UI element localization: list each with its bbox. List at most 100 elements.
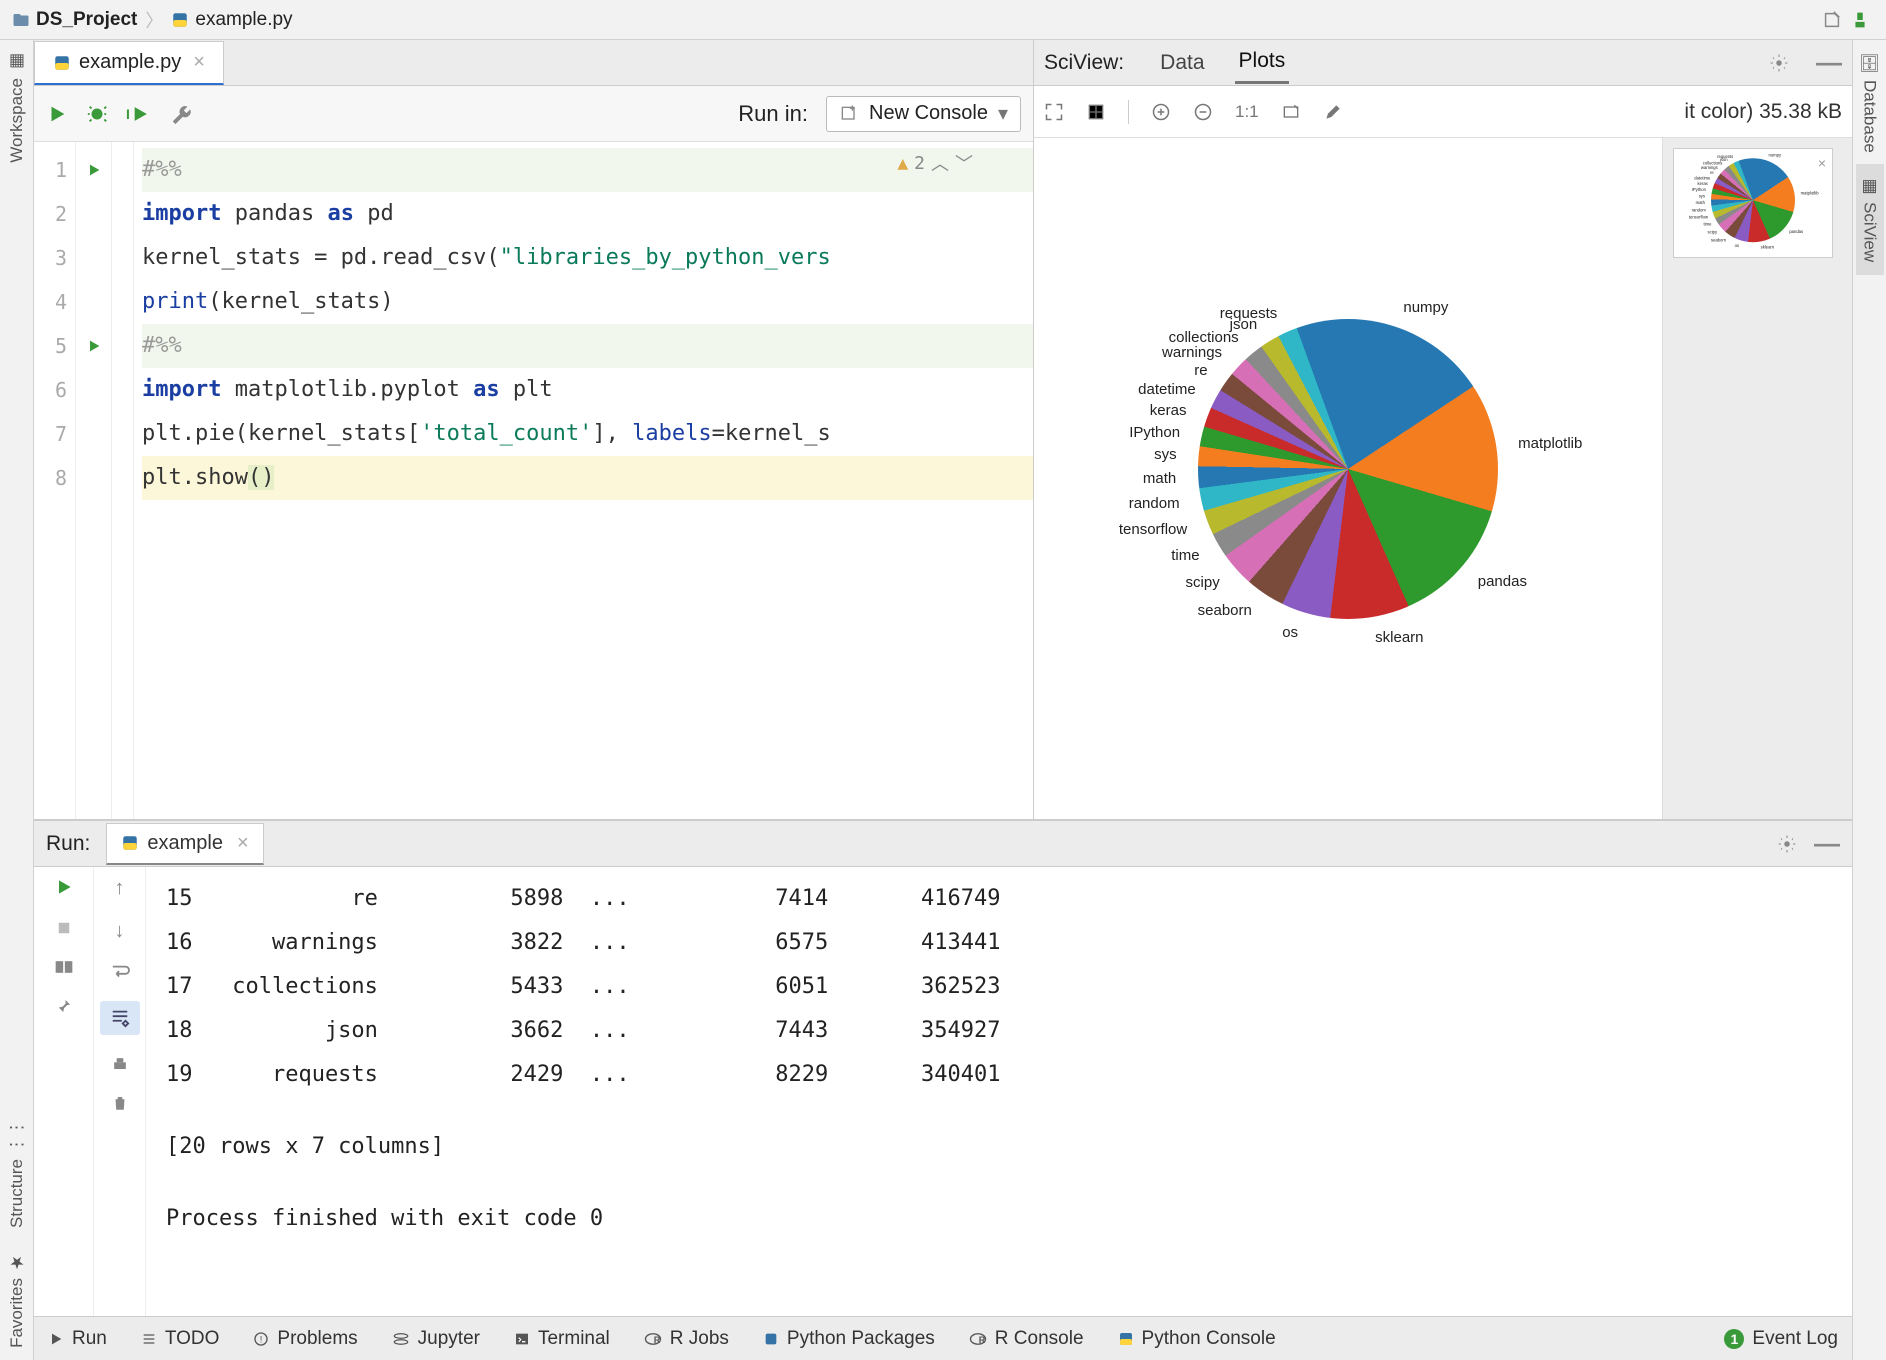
tool-database[interactable]: 🗄 Database — [1856, 40, 1884, 164]
code-line[interactable]: plt.show() — [142, 456, 1033, 500]
grid-icon[interactable] — [1086, 102, 1106, 122]
database-icon: 🗄 — [1860, 52, 1880, 74]
pie-label: os — [1282, 624, 1298, 641]
run-in-combo[interactable]: New Console ▾ — [826, 96, 1021, 132]
settings-wrench-icon[interactable] — [170, 103, 192, 125]
pie-chart — [1198, 319, 1498, 619]
code-line[interactable]: import pandas as pd — [142, 192, 1033, 236]
status-todo[interactable]: TODO — [141, 1328, 220, 1350]
run-tab-example[interactable]: example × — [106, 823, 263, 865]
close-icon[interactable]: × — [1818, 155, 1826, 171]
rerun-icon[interactable] — [54, 877, 74, 897]
workspace-label: Workspace — [7, 78, 27, 163]
run-with-params-icon[interactable]: I — [126, 103, 152, 125]
status-item-label: Run — [72, 1328, 107, 1350]
gear-icon[interactable] — [1776, 833, 1798, 855]
event-log-label: Event Log — [1752, 1328, 1838, 1350]
scratch-file-icon[interactable] — [1818, 6, 1846, 34]
one-to-one-icon[interactable]: 1:1 — [1235, 102, 1259, 122]
zoom-out-icon[interactable] — [1193, 102, 1213, 122]
pie-label: warnings — [1701, 165, 1718, 170]
pie-label: tensorflow — [1689, 215, 1708, 220]
trash-icon[interactable] — [111, 1093, 129, 1113]
code-line[interactable]: kernel_stats = pd.read_csv("libraries_by… — [142, 236, 1033, 280]
layout-icon[interactable] — [54, 959, 74, 975]
code-line[interactable]: import matplotlib.pyplot as plt — [142, 368, 1033, 412]
breadcrumb-file[interactable]: example.py — [171, 9, 292, 31]
print-icon[interactable] — [110, 1055, 130, 1073]
close-icon[interactable]: × — [193, 51, 205, 74]
pie-label: random — [1129, 495, 1180, 512]
run-side-actions — [34, 867, 94, 1316]
status-jupyter[interactable]: Jupyter — [392, 1328, 480, 1350]
run-cell-icon[interactable] — [46, 103, 68, 125]
pie-label: os — [1735, 244, 1739, 249]
sciview-header: SciView: Data Plots — — [1034, 40, 1852, 86]
deploy-icon[interactable] — [1846, 6, 1874, 34]
fit-icon[interactable] — [1044, 102, 1064, 122]
chevron-down-icon[interactable]: ﹀ — [955, 150, 973, 176]
inspection-indicator[interactable]: ▲ 2 ︿ ﹀ — [897, 150, 973, 176]
zoom-in-icon[interactable] — [1151, 102, 1171, 122]
up-icon[interactable]: ↑ — [115, 877, 125, 900]
breadcrumb-project[interactable]: DS_Project — [12, 9, 137, 31]
editor-tab-example[interactable]: example.py × — [34, 41, 224, 85]
status-python-packages[interactable]: Python Packages — [763, 1328, 935, 1350]
status-problems[interactable]: !Problems — [253, 1328, 357, 1350]
r-icon: R — [969, 1331, 987, 1347]
status-r-console[interactable]: RR Console — [969, 1328, 1084, 1350]
plot-canvas[interactable]: numpymatplotlibpandassklearnosseabornsci… — [1034, 138, 1662, 819]
tool-workspace[interactable]: Workspace ▦ — [3, 40, 31, 175]
pie-label: sklearn — [1761, 245, 1775, 250]
soft-wrap-icon[interactable] — [109, 963, 131, 981]
database-label: Database — [1860, 80, 1880, 153]
sciview-title: SciView: — [1044, 51, 1124, 75]
status-terminal[interactable]: Terminal — [514, 1328, 610, 1350]
run-cell-arrow-icon[interactable] — [76, 148, 111, 192]
status-item-label: Terminal — [538, 1328, 610, 1350]
pie-label: sys — [1699, 194, 1705, 199]
color-picker-icon[interactable] — [1323, 102, 1343, 122]
scroll-to-end-icon[interactable] — [100, 1001, 140, 1035]
stop-icon[interactable] — [55, 919, 73, 937]
gear-icon[interactable] — [1768, 52, 1790, 74]
console-output[interactable]: 15 re 5898 ... 7414 41674916 warnings 38… — [146, 867, 1852, 1316]
tool-favorites[interactable]: Favorites ★ — [3, 1240, 31, 1360]
tool-sciview[interactable]: ▦ SciView — [1856, 164, 1884, 274]
export-icon[interactable] — [1281, 102, 1301, 122]
run-cell-arrow-icon[interactable] — [76, 324, 111, 368]
run-tool-window: Run: example × — — [34, 820, 1852, 1316]
code-line[interactable]: print(kernel_stats) — [142, 280, 1033, 324]
run-side-nav: ↑ ↓ — [94, 867, 146, 1316]
code-area[interactable]: 12345678 ▲ 2 ︿ ﹀ #%%import pandas as pdk… — [34, 142, 1033, 819]
minimize-icon[interactable]: — — [1814, 828, 1840, 859]
pie-label: datetime — [1138, 381, 1196, 398]
tab-data[interactable]: Data — [1156, 43, 1208, 83]
code-lines[interactable]: ▲ 2 ︿ ﹀ #%% import pandas as pdkernel_sta… — [134, 142, 1033, 819]
code-line[interactable]: plt.pie(kernel_stats['total_count'], lab… — [142, 412, 1033, 456]
debug-cell-icon[interactable] — [86, 103, 108, 125]
plot-thumbnail[interactable]: numpymatplotlibpandassklearnosseabornsci… — [1673, 148, 1833, 258]
tool-structure[interactable]: Structure ⋮⋮ — [3, 1107, 31, 1240]
console-row: 19 requests 2429 ... 8229 340401 — [166, 1053, 1832, 1097]
run-in-value: New Console — [869, 102, 988, 125]
breadcrumb-project-label: DS_Project — [36, 9, 137, 31]
tab-plots[interactable]: Plots — [1235, 41, 1290, 84]
python-file-icon — [121, 834, 139, 852]
pin-icon[interactable] — [55, 997, 73, 1015]
cell-run-gutter — [76, 142, 112, 819]
status-python-console[interactable]: Python Console — [1118, 1328, 1276, 1350]
run-tab-label: example — [147, 832, 223, 855]
chevron-up-icon[interactable]: ︿ — [931, 150, 949, 176]
status-item-label: Python Packages — [787, 1328, 935, 1350]
close-icon[interactable]: × — [237, 832, 249, 855]
minimize-icon[interactable]: — — [1816, 47, 1842, 78]
pie-chart — [1711, 158, 1795, 242]
code-line[interactable]: #%% — [142, 324, 1033, 368]
console-exit: Process finished with exit code 0 — [166, 1197, 1832, 1241]
status-run[interactable]: Run — [48, 1328, 107, 1350]
down-icon[interactable]: ↓ — [115, 920, 125, 943]
pie-label: seaborn — [1198, 602, 1252, 619]
status-event-log[interactable]: 1 Event Log — [1724, 1328, 1838, 1350]
status-r-jobs[interactable]: RR Jobs — [644, 1328, 729, 1350]
